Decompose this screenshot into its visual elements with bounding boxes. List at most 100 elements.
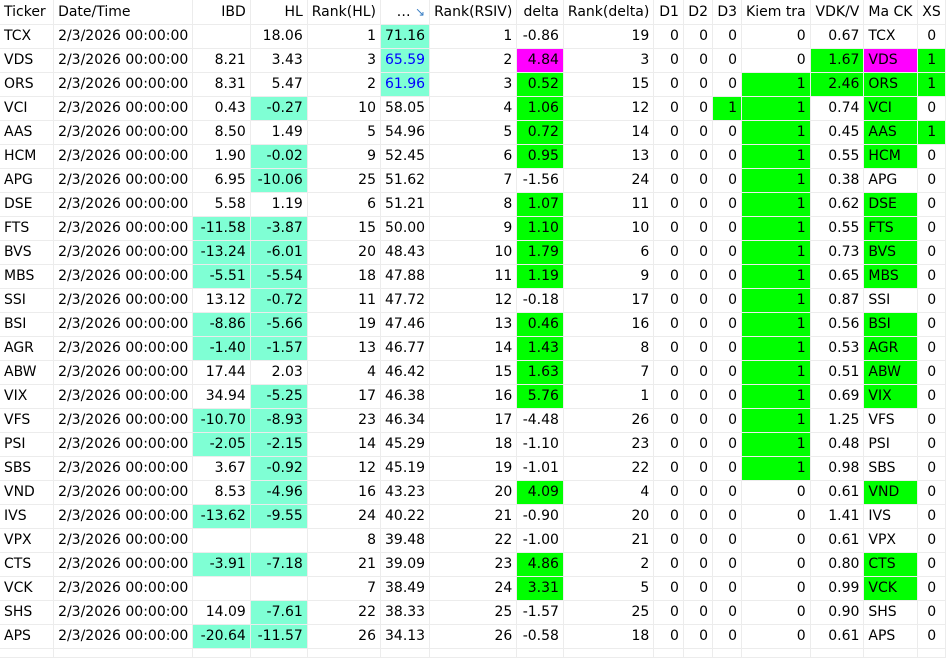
cell-d2[interactable]: 0 [683,360,713,385]
cell-d1[interactable]: 0 [653,192,684,217]
cell-d1[interactable]: 0 [653,576,684,601]
cell-rsi[interactable]: 34.13 [380,624,431,649]
cell-d2[interactable]: 0 [683,48,713,73]
cell-rank-delta[interactable]: 8 [563,336,655,361]
cell-d1[interactable]: 0 [653,504,684,529]
cell-vdk-v[interactable]: 1.67 [810,48,865,73]
cell-d2[interactable]: 0 [683,264,713,289]
cell-kiem-tra[interactable]: 0 [741,552,811,577]
cell-datetime[interactable]: 2/3/2026 00:00:00 [53,336,194,361]
cell-d2[interactable]: 0 [683,144,713,169]
cell-hl[interactable]: 1.19 [250,192,308,217]
table-row[interactable]: SHS 2/3/2026 00:00:00 14.09 -7.61 22 38.33 25-… [0,600,946,625]
cell-d2[interactable]: 0 [683,312,713,337]
cell-hl[interactable]: -0.72 [250,288,308,313]
cell-xs[interactable]: 1 [917,120,946,145]
cell-d2[interactable]: 0 [683,552,713,577]
table-row[interactable]: VFS 2/3/2026 00:00:00 -10.70 -8.93 23 46.34 17… [0,408,946,433]
cell-rsi[interactable]: 47.46 [380,312,431,337]
cell-delta[interactable]: 1.06 [516,96,564,121]
table-row[interactable]: VND 2/3/2026 00:00:00 8.53 -4.96 16 43.23 20 4.… [0,480,946,505]
cell-ma-ck[interactable]: DSE [863,192,919,217]
cell-ma-ck[interactable]: VCK [863,576,919,601]
cell-d3[interactable]: 0 [712,48,743,73]
cell-d2[interactable]: 0 [683,72,713,97]
cell-ticker[interactable]: BSI [0,312,55,337]
cell-rank-delta[interactable]: 21 [563,528,655,553]
cell-ibd[interactable]: 5.58 [192,192,251,217]
cell-hl[interactable] [250,528,308,553]
cell-rank-hl[interactable]: 6 [307,192,382,217]
cell-ma-ck[interactable]: VIX [863,384,919,409]
cell-rank-delta[interactable]: 24 [563,168,655,193]
cell-ma-ck[interactable]: HCM [863,144,919,169]
cell-rank-rsiv[interactable]: 15 [429,360,518,385]
cell-kiem-tra[interactable]: 1 [741,72,811,97]
cell-delta[interactable]: -1.10 [516,432,564,457]
cell-xs[interactable]: 0 [917,528,946,553]
table-row[interactable]: VPX 2/3/2026 00:00:00 8 39.48 22 -1.00 21 0 0 0 0 0… [0,528,946,553]
cell-datetime[interactable]: 2/3/2026 00:00:00 [53,120,194,145]
cell-hl[interactable]: 2.03 [250,360,308,385]
cell-kiem-tra[interactable]: 1 [741,360,811,385]
cell-ticker[interactable]: IVS [0,504,55,529]
column-header-ticker[interactable]: Ticker [0,0,55,25]
cell-xs[interactable]: 0 [917,312,946,337]
cell-d2[interactable]: 0 [683,600,713,625]
cell-rank-delta[interactable]: 7 [563,360,655,385]
cell-delta[interactable]: -1.56 [516,168,564,193]
cell-rank-delta[interactable]: 16 [563,312,655,337]
table-row[interactable]: FTS 2/3/2026 00:00:00 -11.58 -3.87 15 50.00 9 1… [0,216,946,241]
cell-rank-hl[interactable]: 4 [307,360,382,385]
column-header-rsi-sorted[interactable]: … ↘ [380,0,431,25]
cell-xs[interactable]: 0 [917,144,946,169]
cell-datetime[interactable]: 2/3/2026 00:00:00 [53,480,194,505]
cell-delta[interactable]: 1.19 [516,264,564,289]
cell-ticker[interactable]: AAS [0,120,55,145]
cell-vdk-v[interactable]: 0.55 [810,144,865,169]
cell-d1[interactable]: 0 [653,360,684,385]
cell-d3[interactable]: 0 [712,168,743,193]
cell-rank-rsiv[interactable]: 3 [429,72,518,97]
cell-xs[interactable]: 0 [917,168,946,193]
cell-vdk-v[interactable]: 0.45 [810,120,865,145]
cell-rsi[interactable]: 47.72 [380,288,431,313]
cell-ticker[interactable]: MBS [0,264,55,289]
cell-d3[interactable]: 0 [712,120,743,145]
cell-delta[interactable]: -4.48 [516,408,564,433]
cell-kiem-tra[interactable]: 1 [741,312,811,337]
cell-d2[interactable]: 0 [683,504,713,529]
cell-ibd[interactable] [192,24,251,49]
cell-rank-hl[interactable]: 13 [307,336,382,361]
cell-rank-hl[interactable]: 20 [307,240,382,265]
column-header-ma-ck[interactable]: Ma CK [863,0,919,25]
cell-d1[interactable]: 0 [653,24,684,49]
cell-xs[interactable]: 0 [917,480,946,505]
cell-kiem-tra[interactable]: 1 [741,96,811,121]
column-header-vdk-v[interactable]: VDK/V [810,0,865,25]
cell-ibd[interactable]: 17.44 [192,360,251,385]
cell-vdk-v[interactable]: 0.48 [810,432,865,457]
cell-hl[interactable]: -9.55 [250,504,308,529]
table-row[interactable]: MBS 2/3/2026 00:00:00 -5.51 -5.54 18 47.88 11 1… [0,264,946,289]
cell-d1[interactable]: 0 [653,264,684,289]
cell-d2[interactable]: 0 [683,408,713,433]
cell-rsi[interactable]: 43.23 [380,480,431,505]
cell-rsi[interactable]: 50.00 [380,216,431,241]
cell-rank-hl[interactable]: 8 [307,528,382,553]
cell-vdk-v[interactable]: 0.73 [810,240,865,265]
cell-rank-delta[interactable]: 2 [563,552,655,577]
cell-rank-hl[interactable]: 22 [307,600,382,625]
cell-ibd[interactable]: 8.50 [192,120,251,145]
cell-kiem-tra[interactable]: 1 [741,384,811,409]
cell-ma-ck[interactable]: ORS [863,72,919,97]
cell-vdk-v[interactable]: 1.25 [810,408,865,433]
cell-vdk-v[interactable]: 0.74 [810,96,865,121]
cell-vdk-v[interactable]: 0.61 [810,624,865,649]
cell-ma-ck[interactable]: VND [863,480,919,505]
cell-xs[interactable]: 0 [917,504,946,529]
cell-rank-hl[interactable]: 1 [307,24,382,49]
cell-ma-ck[interactable]: BSI [863,312,919,337]
cell-datetime[interactable]: 2/3/2026 00:00:00 [53,216,194,241]
cell-delta[interactable]: 0.72 [516,120,564,145]
